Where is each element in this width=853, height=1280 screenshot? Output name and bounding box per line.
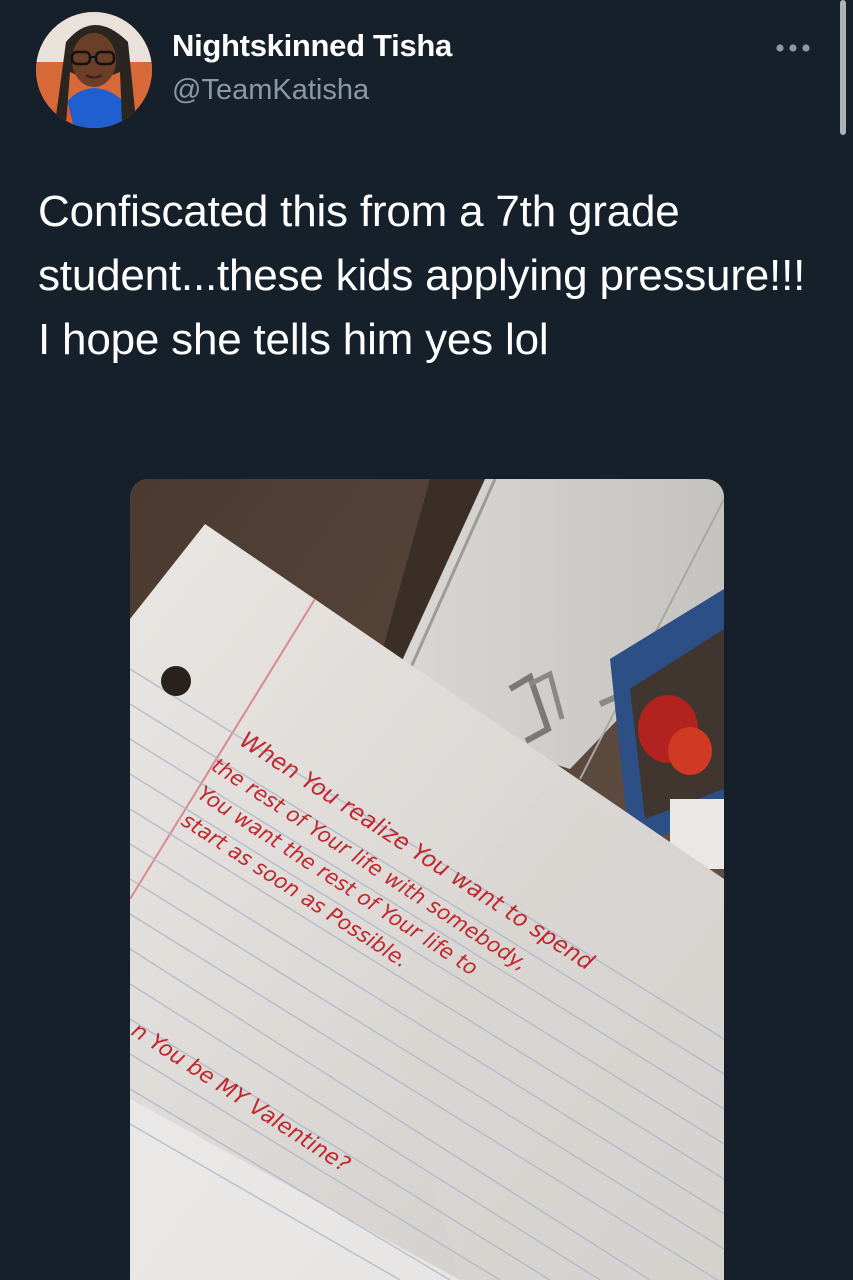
user-handle[interactable]: @TeamKatisha — [172, 74, 369, 107]
display-name[interactable]: Nightskinned Tisha — [172, 28, 452, 64]
more-options-button[interactable] — [773, 34, 813, 62]
tweet-media-photo[interactable]: When You realize You want to spend the r… — [130, 479, 724, 1280]
scrollbar-thumb[interactable] — [840, 0, 846, 135]
more-horizontal-icon — [776, 44, 810, 52]
tweet-text: Confiscated this from a 7th grade studen… — [38, 187, 806, 364]
photo-content: When You realize You want to spend the r… — [130, 479, 724, 1280]
avatar[interactable] — [36, 12, 152, 128]
avatar-image — [36, 12, 152, 128]
